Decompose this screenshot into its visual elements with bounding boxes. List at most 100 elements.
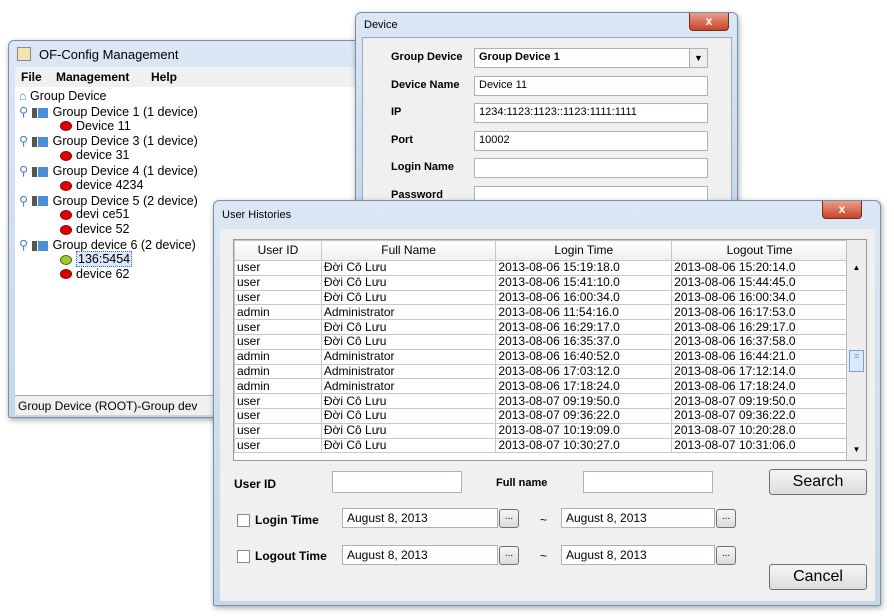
user-id-label: User ID bbox=[234, 477, 277, 491]
scroll-down-icon[interactable]: ▼ bbox=[848, 442, 865, 458]
tree-root[interactable]: ⌂ Group Device bbox=[19, 89, 106, 103]
expand-handle-icon[interactable]: ⚲ bbox=[19, 164, 28, 178]
expand-handle-icon[interactable]: ⚲ bbox=[19, 194, 28, 208]
vertical-scrollbar[interactable]: ▲ ≡ ▼ bbox=[846, 240, 866, 460]
table-cell: admin bbox=[234, 348, 322, 365]
full-name-input[interactable] bbox=[583, 471, 713, 493]
tree-device[interactable]: device 31 bbox=[60, 148, 130, 162]
tree-device[interactable]: 136:5454 bbox=[60, 250, 133, 267]
table-row[interactable]: user Đời Cô Lưu 2013-08-07 10:30:27.0 2013-… bbox=[234, 437, 848, 454]
scroll-up-icon[interactable]: ▲ bbox=[848, 260, 865, 276]
device-label: device 52 bbox=[76, 222, 130, 237]
table-cell: user bbox=[234, 422, 322, 439]
tree-device[interactable]: device 62 bbox=[60, 267, 130, 281]
table-cell: 2013-08-07 09:19:50.0 bbox=[495, 393, 673, 409]
table-row[interactable]: user Đời Cô Lưu 2013-08-06 15:41:10.0 2013-… bbox=[234, 274, 848, 291]
tree-device[interactable]: devi ce51 bbox=[60, 207, 130, 221]
table-cell: 2013-08-06 16:29:17.0 bbox=[671, 319, 848, 335]
cancel-button[interactable]: Cancel bbox=[769, 564, 867, 590]
close-button[interactable]: x bbox=[689, 13, 729, 31]
login-to-date[interactable]: August 8, 2013 bbox=[561, 508, 715, 528]
login-time-label: Login Time bbox=[255, 513, 319, 527]
column-header[interactable]: User ID bbox=[234, 240, 322, 261]
field-input[interactable]: 10002 bbox=[474, 130, 708, 151]
table-row[interactable]: user Đời Cô Lưu 2013-08-06 15:19:18.0 2013-… bbox=[234, 260, 848, 276]
tree-root-label: Group Device bbox=[30, 89, 107, 103]
table-cell: Administrator bbox=[320, 363, 497, 380]
table-row[interactable]: user Đời Cô Lưu 2013-08-06 16:29:17.0 2013-… bbox=[234, 319, 848, 335]
column-header[interactable]: Logout Time bbox=[671, 240, 848, 261]
table-cell: user bbox=[234, 407, 322, 424]
column-header[interactable]: Login Time bbox=[495, 240, 673, 261]
search-button[interactable]: Search bbox=[769, 469, 867, 495]
tree-device[interactable]: device 52 bbox=[60, 222, 130, 236]
table-cell: 2013-08-06 16:00:34.0 bbox=[671, 289, 848, 306]
scroll-thumb[interactable]: ≡ bbox=[849, 350, 864, 372]
table-row[interactable]: admin Administrator 2013-08-06 16:40:52.0 2… bbox=[234, 348, 848, 365]
tree-group[interactable]: ⚲ Group Device 1 (1 device) bbox=[19, 104, 198, 119]
column-header[interactable]: Full Name bbox=[320, 240, 497, 261]
table-cell: Đời Cô Lưu bbox=[320, 274, 497, 291]
logout-to-picker[interactable]: ... bbox=[716, 546, 736, 565]
device-label: device 31 bbox=[76, 148, 130, 163]
table-row[interactable]: user Đời Cô Lưu 2013-08-06 16:35:37.0 2013-… bbox=[234, 333, 848, 350]
table-row[interactable]: user Đời Cô Lưu 2013-08-07 09:36:22.0 2013-… bbox=[234, 407, 848, 424]
table-cell: Đời Cô Lưu bbox=[320, 422, 497, 439]
tree-device[interactable]: Device 11 bbox=[60, 119, 131, 133]
table-row[interactable]: admin Administrator 2013-08-06 17:18:24.0 2… bbox=[234, 378, 848, 395]
table-row[interactable]: user Đời Cô Lưu 2013-08-07 09:19:50.0 2013-… bbox=[234, 393, 848, 409]
offline-status-icon bbox=[60, 210, 72, 221]
chevron-down-icon[interactable]: ▼ bbox=[689, 49, 707, 67]
tree-group[interactable]: ⚲ Group device 6 (2 device) bbox=[19, 237, 196, 252]
tree-device[interactable]: device 4234 bbox=[60, 178, 143, 192]
logout-from-date[interactable]: August 8, 2013 bbox=[342, 545, 498, 565]
field-input[interactable] bbox=[474, 158, 708, 179]
table-cell: Đời Cô Lưu bbox=[320, 289, 497, 306]
table-row[interactable]: admin Administrator 2013-08-06 17:03:12.0 2… bbox=[234, 363, 848, 380]
offline-status-icon bbox=[60, 121, 72, 132]
login-time-checkbox[interactable]: Login Time bbox=[237, 513, 319, 528]
table-cell: admin bbox=[234, 378, 322, 395]
table-cell: 2013-08-06 16:00:34.0 bbox=[495, 289, 673, 306]
logout-from-picker[interactable]: ... bbox=[499, 546, 519, 565]
table-cell: 2013-08-06 16:35:37.0 bbox=[495, 333, 673, 350]
table-cell: 2013-08-06 17:03:12.0 bbox=[495, 363, 673, 380]
table-row[interactable]: user Đời Cô Lưu 2013-08-07 10:19:09.0 2013-… bbox=[234, 422, 848, 439]
user-id-input[interactable] bbox=[332, 471, 462, 493]
field-label: Group Device bbox=[391, 51, 463, 63]
expand-handle-icon[interactable]: ⚲ bbox=[19, 238, 28, 252]
close-button[interactable]: x bbox=[822, 201, 862, 219]
table-row[interactable]: user Đời Cô Lưu 2013-08-06 16:00:34.0 2013-… bbox=[234, 289, 848, 306]
table-cell: Đời Cô Lưu bbox=[320, 319, 497, 335]
checkbox-icon[interactable] bbox=[237, 514, 250, 528]
table-cell: Administrator bbox=[320, 378, 497, 395]
table-cell: user bbox=[234, 274, 322, 291]
offline-status-icon bbox=[60, 269, 72, 280]
field-input[interactable]: 1234:1123:1123::1123:1111:1111 bbox=[474, 103, 708, 124]
tree-group[interactable]: ⚲ Group Device 4 (1 device) bbox=[19, 163, 198, 178]
logout-to-date[interactable]: August 8, 2013 bbox=[561, 545, 715, 565]
table-row[interactable]: admin Administrator 2013-08-06 11:54:16.0 2… bbox=[234, 304, 848, 321]
field-label: IP bbox=[391, 106, 402, 119]
login-from-date[interactable]: August 8, 2013 bbox=[342, 508, 498, 528]
expand-handle-icon[interactable]: ⚲ bbox=[19, 134, 28, 148]
server-group-icon bbox=[31, 196, 48, 207]
table-cell: 2013-08-07 09:19:50.0 bbox=[671, 393, 848, 409]
menu-file[interactable]: File bbox=[21, 70, 42, 84]
login-to-picker[interactable]: ... bbox=[716, 509, 736, 528]
menu-management[interactable]: Management bbox=[56, 70, 129, 84]
tree-group[interactable]: ⚲ Group Device 3 (1 device) bbox=[19, 133, 198, 148]
app-icon bbox=[17, 47, 31, 61]
login-from-picker[interactable]: ... bbox=[499, 509, 519, 528]
user-histories-dialog: User Histories x User ID Full Name Login T… bbox=[213, 200, 881, 606]
logout-time-checkbox[interactable]: Logout Time bbox=[237, 549, 327, 564]
table-cell: 2013-08-06 16:37:58.0 bbox=[671, 333, 848, 350]
expand-handle-icon[interactable]: ⚲ bbox=[19, 105, 28, 119]
checkbox-icon[interactable] bbox=[237, 550, 250, 564]
table-cell: user bbox=[234, 289, 322, 306]
field-label: Device Name bbox=[391, 78, 460, 91]
group-device-select[interactable]: Group Device 1 ▼ bbox=[474, 48, 708, 68]
menu-help[interactable]: Help bbox=[151, 70, 177, 84]
field-input[interactable]: Device 11 bbox=[474, 75, 708, 96]
tree-group[interactable]: ⚲ Group Device 5 (2 device) bbox=[19, 193, 198, 208]
